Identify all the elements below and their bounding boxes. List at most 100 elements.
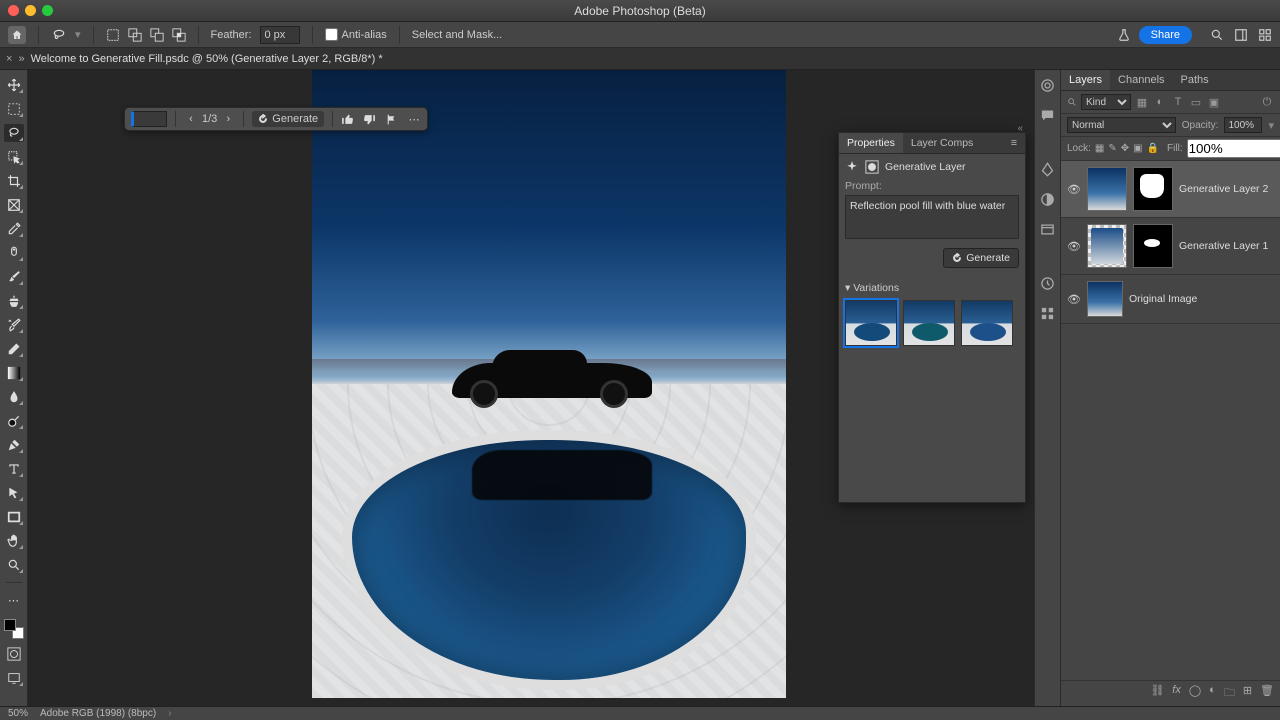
filter-shape-icon[interactable]: ▭ [1189, 95, 1203, 109]
layer-mask-thumbnail[interactable] [1133, 167, 1173, 211]
share-button[interactable]: Share [1139, 26, 1192, 44]
layer-thumbnail[interactable] [1087, 281, 1123, 317]
select-and-mask-button[interactable]: Select and Mask... [412, 29, 503, 41]
move-tool-icon[interactable] [4, 76, 24, 94]
selection-intersect-icon[interactable] [172, 28, 186, 42]
adjustments-panel-icon[interactable] [1040, 192, 1056, 208]
layer-row[interactable]: 👁 Generative Layer 1 [1061, 218, 1280, 275]
selection-add-icon[interactable] [128, 28, 142, 42]
brushes-panel-icon[interactable] [1040, 162, 1056, 178]
status-chevron-icon[interactable]: › [168, 708, 171, 719]
collapse-icon[interactable]: » [18, 53, 24, 65]
lock-position-icon[interactable]: ✥ [1121, 142, 1129, 156]
next-variation-icon[interactable]: › [221, 113, 235, 125]
beaker-icon[interactable] [1117, 28, 1131, 42]
anti-alias-checkbox[interactable]: Anti-alias [325, 28, 387, 41]
selection-new-icon[interactable] [106, 28, 120, 42]
history-panel-icon[interactable] [1040, 276, 1056, 292]
variation-thumb-3[interactable] [961, 300, 1013, 346]
lasso-tool-icon[interactable] [4, 124, 24, 142]
lock-artboard-icon[interactable]: ▣ [1133, 142, 1142, 156]
eraser-tool-icon[interactable] [4, 340, 24, 358]
layer-row[interactable]: 👁 Generative Layer 2 [1061, 161, 1280, 218]
comment-panel-icon[interactable] [1040, 108, 1056, 124]
visibility-icon[interactable]: 👁 [1067, 183, 1081, 196]
type-tool-icon[interactable] [4, 460, 24, 478]
lasso-tool-icon[interactable] [51, 28, 67, 42]
prompt-input[interactable] [131, 111, 167, 127]
flag-icon[interactable] [385, 113, 399, 126]
layer-thumbnail[interactable] [1087, 167, 1127, 211]
edit-toolbar-icon[interactable]: ⋯ [4, 591, 24, 609]
blend-mode-select[interactable]: Normal [1067, 117, 1176, 133]
feather-input[interactable] [260, 26, 300, 44]
clone-stamp-tool-icon[interactable] [4, 292, 24, 310]
tab-layers[interactable]: Layers [1061, 70, 1110, 90]
rectangle-tool-icon[interactable] [4, 508, 24, 526]
libraries-panel-icon[interactable] [1040, 222, 1056, 238]
properties-generate-button[interactable]: Generate [943, 248, 1019, 268]
home-button[interactable] [8, 26, 26, 44]
minimize-window-icon[interactable] [25, 5, 36, 16]
brush-tool-icon[interactable] [4, 268, 24, 286]
dodge-tool-icon[interactable] [4, 412, 24, 430]
lock-pixels-icon[interactable]: ✎ [1108, 142, 1116, 156]
tab-layer-comps[interactable]: Layer Comps [903, 133, 981, 153]
panel-collapse-icon[interactable]: « [1017, 123, 1023, 134]
path-select-tool-icon[interactable] [4, 484, 24, 502]
prompt-textarea[interactable] [845, 195, 1019, 239]
quick-mask-icon[interactable] [4, 645, 24, 663]
group-icon[interactable]: 🗀 [1224, 684, 1235, 703]
lock-transparency-icon[interactable]: ▦ [1095, 142, 1104, 156]
filter-kind-select[interactable]: Kind [1081, 94, 1131, 110]
variation-thumb-1[interactable] [845, 300, 897, 346]
hand-tool-icon[interactable] [4, 532, 24, 550]
marquee-tool-icon[interactable] [4, 100, 24, 118]
eyedropper-tool-icon[interactable] [4, 220, 24, 238]
visibility-icon[interactable]: 👁 [1067, 240, 1081, 253]
filter-type-icon[interactable]: T [1171, 95, 1185, 109]
layer-mask-icon[interactable]: ◯ [1189, 684, 1201, 703]
maximize-window-icon[interactable] [42, 5, 53, 16]
document-tab[interactable]: × » Welcome to Generative Fill.psdc @ 50… [0, 48, 1280, 70]
close-window-icon[interactable] [8, 5, 19, 16]
color-profile[interactable]: Adobe RGB (1998) (8bpc) [40, 708, 156, 719]
workspace-icon[interactable] [1234, 28, 1248, 42]
generate-button[interactable]: Generate [252, 111, 324, 127]
zoom-tool-icon[interactable] [4, 556, 24, 574]
pen-tool-icon[interactable] [4, 436, 24, 454]
prev-variation-icon[interactable]: ‹ [184, 113, 198, 125]
tab-paths[interactable]: Paths [1173, 70, 1217, 90]
screen-mode-icon[interactable] [4, 669, 24, 687]
variation-thumb-2[interactable] [903, 300, 955, 346]
zoom-level[interactable]: 50% [8, 708, 28, 719]
layer-fx-icon[interactable]: fx [1172, 684, 1181, 703]
thumbs-up-icon[interactable] [341, 113, 355, 126]
canvas-area[interactable]: ‹ 1/3 › Generate ⋯ « Properties Layer Co… [28, 70, 1034, 706]
filter-adjust-icon[interactable]: ◐ [1153, 95, 1167, 109]
blur-tool-icon[interactable] [4, 388, 24, 406]
fill-input[interactable] [1187, 139, 1280, 158]
filter-toggle-icon[interactable]: ⏻ [1260, 95, 1274, 109]
layer-row[interactable]: 👁 Original Image [1061, 275, 1280, 324]
thumbs-down-icon[interactable] [363, 113, 377, 126]
link-layers-icon[interactable]: ⛓ [1150, 684, 1164, 703]
swatches-panel-icon[interactable] [1040, 306, 1056, 322]
lock-all-icon[interactable]: 🔒 [1147, 142, 1159, 156]
tab-channels[interactable]: Channels [1110, 70, 1172, 90]
delete-layer-icon[interactable]: 🗑 [1260, 684, 1274, 703]
variations-section[interactable]: ▾ Variations [845, 268, 1019, 294]
filter-smart-icon[interactable]: ▣ [1207, 95, 1221, 109]
layer-thumbnail[interactable] [1087, 224, 1127, 268]
filter-search-icon[interactable] [1067, 97, 1077, 107]
visibility-icon[interactable]: 👁 [1067, 293, 1081, 306]
frame-tool-icon[interactable] [4, 196, 24, 214]
history-brush-tool-icon[interactable] [4, 316, 24, 334]
opacity-chevron-icon[interactable]: ▾ [1268, 119, 1274, 132]
search-icon[interactable] [1210, 28, 1224, 42]
more-icon[interactable]: ⋯ [407, 113, 421, 126]
foreground-background-color[interactable] [4, 619, 24, 639]
panel-menu-icon[interactable] [1258, 28, 1272, 42]
close-tab-icon[interactable]: × [6, 53, 12, 65]
crop-tool-icon[interactable] [4, 172, 24, 190]
